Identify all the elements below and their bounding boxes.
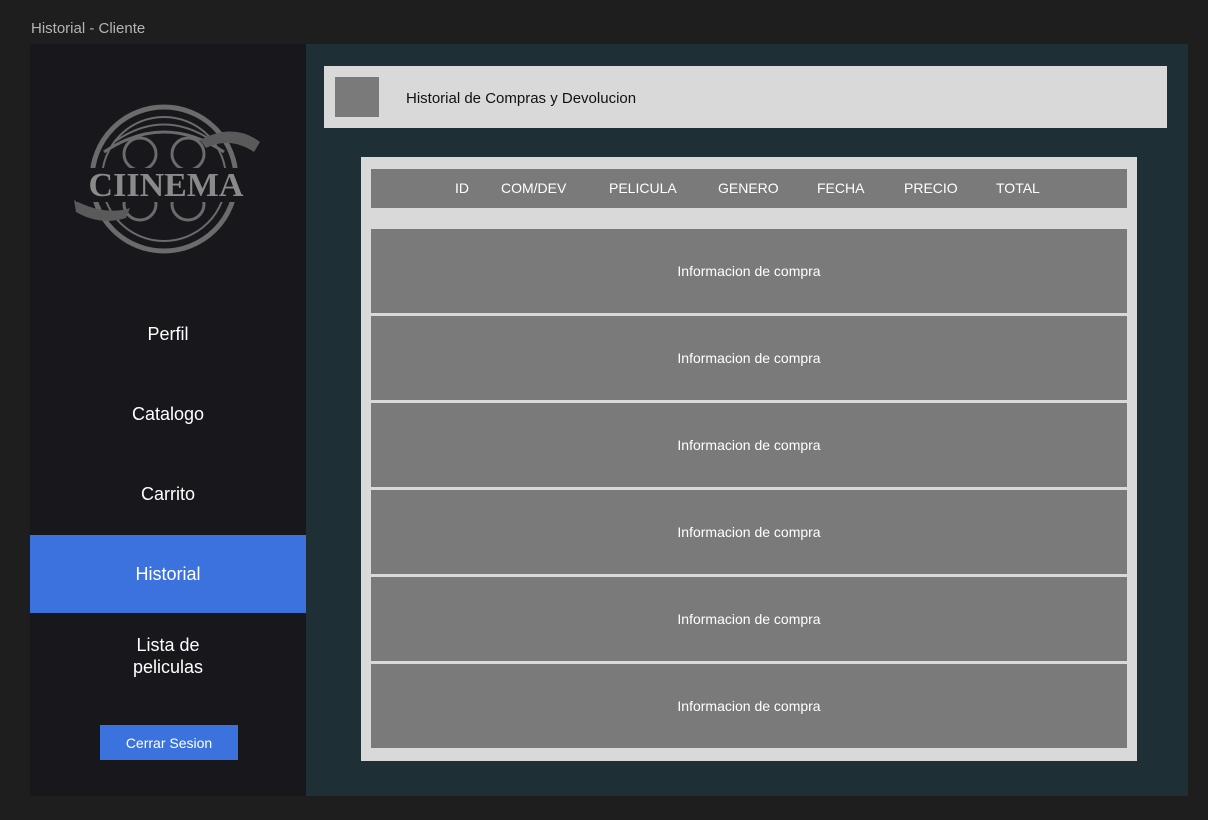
column-header-com-dev: COM/DEV	[501, 180, 567, 196]
table-header: ID COM/DEV PELICULA GENERO FECHA PRECIO …	[371, 169, 1127, 208]
sidebar-item-label: Lista de peliculas	[132, 635, 204, 677]
sidebar: CIINEMA Perfil Catalogo Carrito Historia…	[30, 44, 306, 796]
history-table: ID COM/DEV PELICULA GENERO FECHA PRECIO …	[361, 157, 1137, 761]
sidebar-item-label: Carrito	[140, 484, 195, 504]
sidebar-item-historial[interactable]: Historial	[30, 535, 306, 613]
column-header-id: ID	[455, 180, 469, 196]
sidebar-item-catalogo[interactable]: Catalogo	[30, 394, 306, 434]
sidebar-item-label: Catalogo	[131, 404, 205, 424]
column-header-precio: PRECIO	[904, 180, 958, 196]
page-title: Historial de Compras y Devolucion	[406, 90, 637, 107]
page-header: Historial de Compras y Devolucion	[324, 66, 1167, 128]
table-row[interactable]: Informacion de compra	[371, 229, 1127, 313]
sidebar-item-carrito[interactable]: Carrito	[30, 474, 306, 514]
window-title: Historial - Cliente	[31, 20, 146, 37]
sidebar-item-label: Historial	[135, 564, 201, 584]
cinema-logo: CIINEMA	[74, 104, 260, 254]
app-window: CIINEMA Perfil Catalogo Carrito Historia…	[30, 44, 1188, 796]
sidebar-item-label: Perfil	[147, 324, 189, 344]
column-header-genero: GENERO	[718, 180, 779, 196]
table-row[interactable]: Informacion de compra	[371, 577, 1127, 661]
sidebar-item-lista-de-peliculas[interactable]: Lista de peliculas	[30, 634, 306, 678]
logout-button[interactable]: Cerrar Sesion	[100, 725, 238, 760]
column-header-pelicula: PELICULA	[609, 180, 677, 196]
table-row[interactable]: Informacion de compra	[371, 316, 1127, 400]
sidebar-item-perfil[interactable]: Perfil	[30, 314, 306, 354]
column-header-fecha: FECHA	[817, 180, 865, 196]
table-row[interactable]: Informacion de compra	[371, 664, 1127, 748]
column-header-total: TOTAL	[996, 180, 1040, 196]
table-row[interactable]: Informacion de compra	[371, 490, 1127, 574]
header-placeholder-icon	[335, 77, 379, 117]
table-body: Informacion de compra Informacion de com…	[371, 229, 1127, 751]
table-row[interactable]: Informacion de compra	[371, 403, 1127, 487]
main-content: Historial de Compras y Devolucion ID COM…	[306, 44, 1188, 796]
logo-text: CIINEMA	[89, 167, 244, 204]
